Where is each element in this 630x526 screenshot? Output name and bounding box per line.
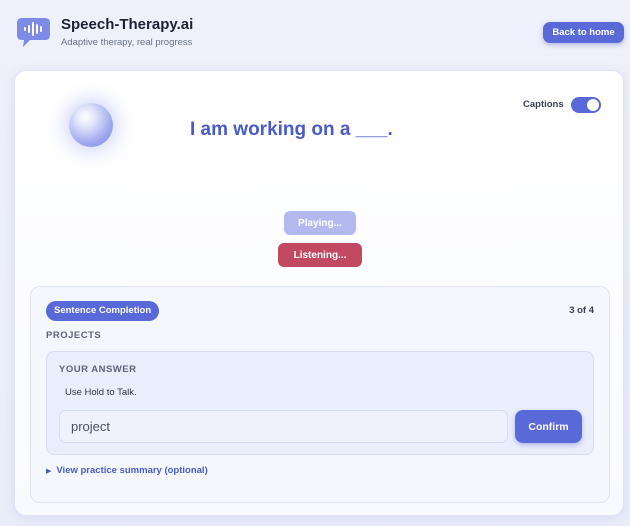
- brand-subtitle: Adaptive therapy, real progress: [61, 37, 193, 48]
- practice-summary-label: View practice summary (optional): [56, 465, 208, 476]
- answer-heading: YOUR ANSWER: [59, 364, 137, 375]
- brand-title: Speech-Therapy.ai: [61, 16, 194, 33]
- session-card: I am working on a ___. Captions Playing.…: [14, 70, 624, 516]
- confirm-button[interactable]: Confirm: [515, 410, 582, 443]
- playing-button[interactable]: Playing...: [284, 211, 356, 235]
- listening-button[interactable]: Listening...: [278, 243, 362, 267]
- practice-summary-link[interactable]: ▶ View practice summary (optional): [46, 465, 208, 476]
- sentence-prompt: I am working on a ___.: [190, 119, 393, 140]
- back-to-home-button[interactable]: Back to home: [543, 22, 624, 43]
- toggle-knob: [587, 99, 599, 111]
- triangle-right-icon: ▶: [46, 468, 52, 475]
- speech-bubble-waveform-icon: [17, 18, 50, 47]
- answer-input[interactable]: [59, 410, 508, 443]
- captions-toggle[interactable]: [571, 97, 601, 113]
- voice-orb-icon: [69, 103, 113, 147]
- task-category: PROJECTS: [46, 330, 102, 341]
- captions-label: Captions: [523, 99, 564, 110]
- task-card: Sentence Completion 3 of 4 PROJECTS YOUR…: [30, 286, 610, 503]
- task-type-badge: Sentence Completion: [46, 301, 160, 321]
- answer-panel: YOUR ANSWER Use Hold to Talk. Confirm: [46, 351, 594, 455]
- task-progress: 3 of 4: [569, 305, 594, 316]
- answer-hint: Use Hold to Talk.: [65, 387, 137, 398]
- app-header: Speech-Therapy.ai Adaptive therapy, real…: [0, 0, 630, 66]
